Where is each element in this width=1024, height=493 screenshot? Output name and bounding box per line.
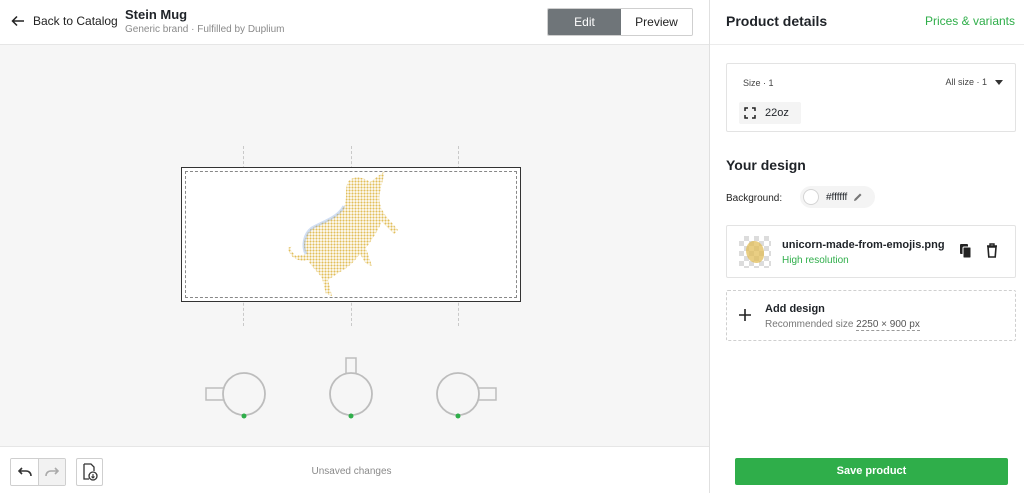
product-title: Stein Mug — [125, 7, 188, 22]
background-color-value: #ffffff — [826, 191, 848, 203]
product-details-panel: Product details Prices & variants Size ·… — [709, 0, 1024, 493]
trash-icon[interactable] — [986, 243, 998, 258]
print-area — [181, 167, 521, 302]
duplicate-icon[interactable] — [959, 243, 973, 259]
mug-view-top-handle[interactable] — [311, 356, 391, 426]
size-filter-label: All size · 1 — [945, 77, 987, 87]
panel-header: Product details Prices & variants — [710, 0, 1024, 45]
pencil-icon — [854, 193, 862, 201]
size-option-22oz[interactable]: 22oz — [739, 102, 801, 124]
mug-view-left-handle[interactable] — [204, 356, 284, 426]
recommended-size-prefix: Recommended size — [765, 319, 854, 330]
save-status: Unsaved changes — [0, 466, 709, 477]
mug-view-right-handle[interactable] — [418, 356, 498, 426]
save-status-text: Unsaved changes — [311, 466, 392, 477]
background-label: Background: — [726, 193, 783, 204]
background-color-picker[interactable]: #ffffff — [800, 186, 875, 208]
back-label: Back to Catalog — [33, 14, 118, 28]
save-product-button[interactable]: Save product — [735, 458, 1008, 485]
your-design-heading: Your design — [726, 157, 806, 173]
expand-icon — [744, 107, 756, 119]
tab-edit[interactable]: Edit — [548, 9, 621, 35]
design-file-card[interactable]: unicorn-made-from-emojis.png High resolu… — [726, 225, 1016, 278]
tab-preview[interactable]: Preview — [621, 9, 692, 35]
size-count-label: Size · 1 — [743, 78, 774, 88]
back-to-catalog-link[interactable]: Back to Catalog — [10, 13, 118, 29]
resolution-status: High resolution — [782, 255, 849, 266]
design-file-name: unicorn-made-from-emojis.png — [782, 239, 945, 251]
unicorn-artwork[interactable] — [282, 168, 422, 301]
color-swatch — [803, 189, 819, 205]
panel-title: Product details — [726, 13, 828, 29]
size-selector: Size · 1 All size · 1 22oz — [726, 63, 1016, 132]
top-bar: Back to Catalog Stein Mug Generic brand … — [0, 0, 709, 45]
design-canvas[interactable] — [0, 46, 709, 446]
prices-variants-link[interactable]: Prices & variants — [925, 14, 1015, 28]
edit-preview-toggle: Edit Preview — [547, 8, 693, 36]
arrow-left-icon — [11, 15, 24, 27]
plus-icon — [739, 309, 751, 321]
recommended-size-text: Recommended size 2250 × 900 px — [765, 319, 920, 331]
size-filter-dropdown[interactable]: All size · 1 — [945, 77, 1003, 87]
bottom-bar: Unsaved changes — [0, 446, 709, 493]
add-design-dropzone[interactable]: Add design Recommended size 2250 × 900 p… — [726, 290, 1016, 341]
chevron-down-icon — [995, 79, 1003, 85]
size-option-label: 22oz — [765, 107, 789, 119]
add-design-title: Add design — [765, 303, 825, 315]
recommended-size-value: 2250 × 900 px — [856, 319, 920, 331]
design-thumbnail — [739, 236, 771, 268]
product-subtitle: Generic brand · Fulfilled by Duplium — [125, 24, 285, 35]
